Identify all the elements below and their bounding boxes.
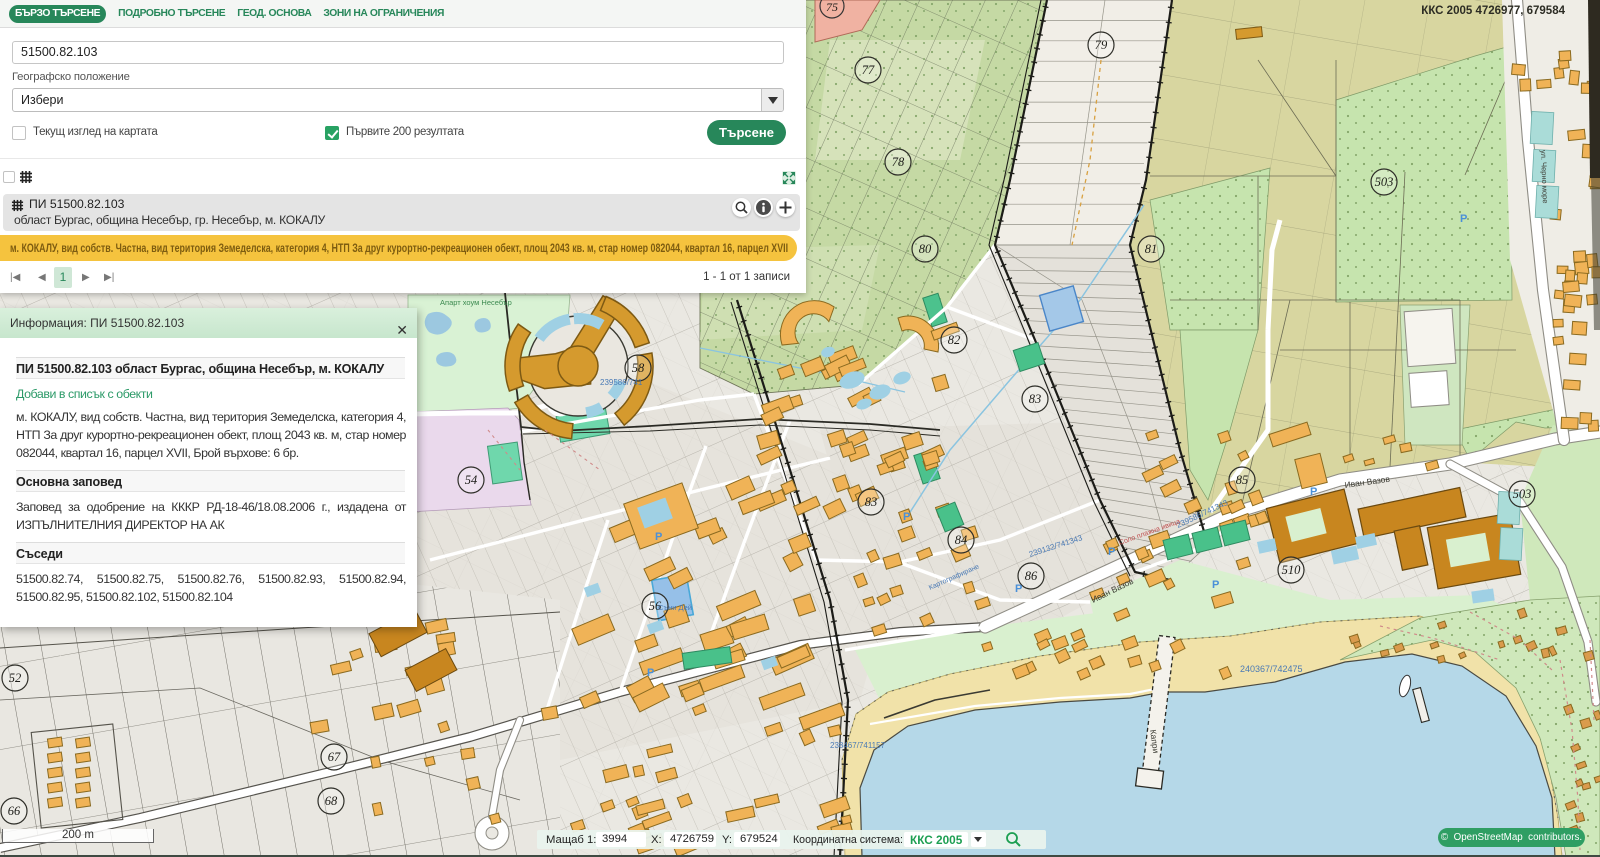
- svg-text:84: 84: [955, 533, 968, 547]
- svg-text:83: 83: [865, 495, 878, 509]
- svg-text:P: P: [1460, 213, 1467, 225]
- svg-text:58: 58: [632, 361, 645, 375]
- svg-text:503: 503: [1513, 487, 1532, 501]
- svg-text:P: P: [647, 667, 654, 679]
- svg-text:77: 77: [862, 63, 875, 77]
- svg-text:P: P: [655, 531, 662, 543]
- svg-text:68: 68: [325, 794, 338, 808]
- svg-text:503: 503: [1375, 175, 1394, 189]
- svg-text:238467/741157: 238467/741157: [830, 741, 886, 750]
- svg-text:P: P: [903, 511, 910, 523]
- svg-text:79: 79: [1095, 38, 1108, 52]
- svg-text:P: P: [1015, 583, 1022, 595]
- svg-text:67: 67: [328, 750, 341, 764]
- svg-text:86: 86: [1025, 569, 1038, 583]
- svg-text:P: P: [1212, 579, 1219, 591]
- svg-text:510: 510: [1282, 563, 1302, 577]
- svg-text:85: 85: [1236, 473, 1249, 487]
- svg-text:81: 81: [1145, 242, 1158, 256]
- svg-text:Съни Дей: Съни Дей: [658, 603, 692, 612]
- svg-text:239586/741: 239586/741: [600, 378, 643, 387]
- svg-text:66: 66: [8, 804, 21, 818]
- svg-text:240367/742475: 240367/742475: [1240, 664, 1303, 674]
- svg-text:80: 80: [919, 242, 932, 256]
- svg-text:52: 52: [9, 671, 22, 685]
- svg-text:P: P: [1310, 486, 1317, 498]
- svg-text:78: 78: [892, 155, 905, 169]
- svg-text:75: 75: [826, 0, 838, 14]
- svg-text:83: 83: [1029, 392, 1042, 406]
- svg-text:82: 82: [948, 333, 961, 347]
- svg-text:P: P: [1108, 546, 1115, 558]
- svg-text:54: 54: [465, 473, 478, 487]
- svg-text:ул. Черно море: ул. Черно море: [1539, 150, 1550, 204]
- svg-text:Апарт хоум Несебър: Апарт хоум Несебър: [440, 298, 512, 307]
